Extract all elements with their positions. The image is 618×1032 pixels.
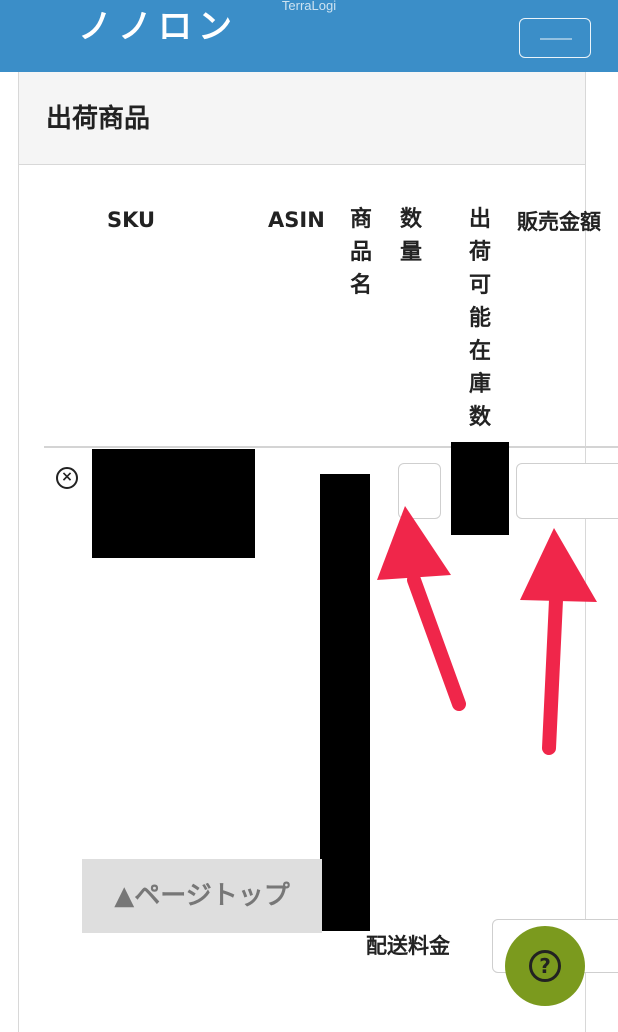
page-top-button[interactable]: ▲ページトップ	[82, 859, 322, 933]
shipping-fee-label: 配送料金	[366, 934, 450, 958]
help-question-icon: ?	[529, 950, 561, 982]
help-button[interactable]: ?	[505, 926, 585, 1006]
arrow-to-quantity	[377, 506, 466, 711]
arrow-to-sale-price	[520, 528, 597, 755]
